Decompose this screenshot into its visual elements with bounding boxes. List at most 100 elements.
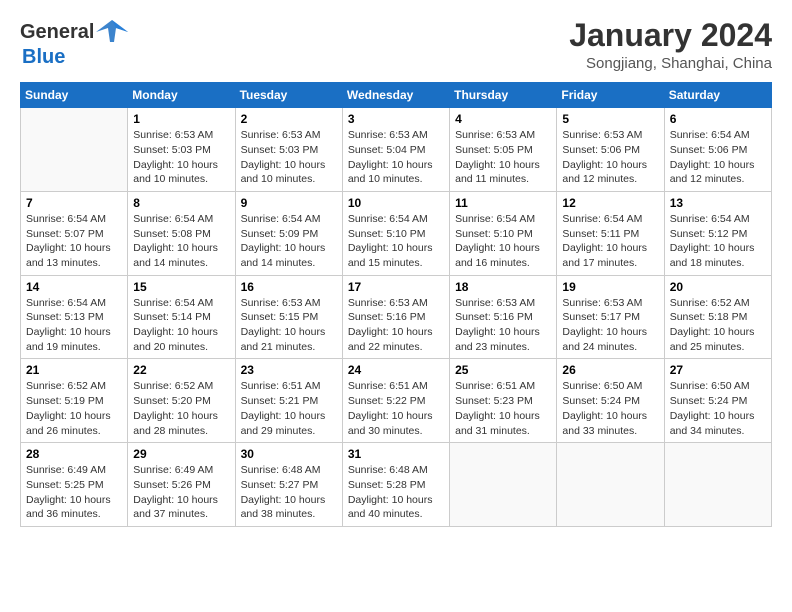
daylight-text: Daylight: 10 hoursand 25 minutes. xyxy=(670,326,755,353)
day-info: Sunrise: 6:51 AM Sunset: 5:23 PM Dayligh… xyxy=(455,379,551,438)
header-friday: Friday xyxy=(557,83,664,108)
sunset-text: Sunset: 5:19 PM xyxy=(26,395,104,407)
day-info: Sunrise: 6:52 AM Sunset: 5:20 PM Dayligh… xyxy=(133,379,229,438)
day-info: Sunrise: 6:54 AM Sunset: 5:08 PM Dayligh… xyxy=(133,212,229,271)
daylight-text: Daylight: 10 hoursand 10 minutes. xyxy=(133,159,218,186)
sunset-text: Sunset: 5:04 PM xyxy=(348,144,426,156)
sunrise-text: Sunrise: 6:53 AM xyxy=(348,129,428,141)
sunset-text: Sunset: 5:11 PM xyxy=(562,228,639,240)
day-number: 8 xyxy=(133,196,229,210)
day-info: Sunrise: 6:53 AM Sunset: 5:04 PM Dayligh… xyxy=(348,128,444,187)
day-info: Sunrise: 6:54 AM Sunset: 5:10 PM Dayligh… xyxy=(348,212,444,271)
day-number: 11 xyxy=(455,196,551,210)
day-info: Sunrise: 6:53 AM Sunset: 5:16 PM Dayligh… xyxy=(348,296,444,355)
daylight-text: Daylight: 10 hoursand 21 minutes. xyxy=(241,326,326,353)
daylight-text: Daylight: 10 hoursand 17 minutes. xyxy=(562,242,647,269)
sunset-text: Sunset: 5:03 PM xyxy=(241,144,319,156)
day-number: 22 xyxy=(133,363,229,377)
day-info: Sunrise: 6:54 AM Sunset: 5:09 PM Dayligh… xyxy=(241,212,337,271)
sunrise-text: Sunrise: 6:53 AM xyxy=(241,129,321,141)
daylight-text: Daylight: 10 hoursand 38 minutes. xyxy=(241,494,326,521)
calendar-cell: 7 Sunrise: 6:54 AM Sunset: 5:07 PM Dayli… xyxy=(21,191,128,275)
calendar-table: Sunday Monday Tuesday Wednesday Thursday… xyxy=(20,82,772,527)
calendar-cell: 19 Sunrise: 6:53 AM Sunset: 5:17 PM Dayl… xyxy=(557,275,664,359)
day-info: Sunrise: 6:52 AM Sunset: 5:18 PM Dayligh… xyxy=(670,296,766,355)
daylight-text: Daylight: 10 hoursand 13 minutes. xyxy=(26,242,111,269)
daylight-text: Daylight: 10 hoursand 15 minutes. xyxy=(348,242,433,269)
sunrise-text: Sunrise: 6:49 AM xyxy=(26,464,106,476)
sunrise-text: Sunrise: 6:54 AM xyxy=(133,213,213,225)
day-info: Sunrise: 6:51 AM Sunset: 5:21 PM Dayligh… xyxy=(241,379,337,438)
sunset-text: Sunset: 5:08 PM xyxy=(133,228,211,240)
sunset-text: Sunset: 5:17 PM xyxy=(562,311,640,323)
sunset-text: Sunset: 5:28 PM xyxy=(348,479,426,491)
calendar-cell: 21 Sunrise: 6:52 AM Sunset: 5:19 PM Dayl… xyxy=(21,359,128,443)
daylight-text: Daylight: 10 hoursand 28 minutes. xyxy=(133,410,218,437)
day-number: 9 xyxy=(241,196,337,210)
sunrise-text: Sunrise: 6:53 AM xyxy=(348,297,428,309)
sunrise-text: Sunrise: 6:53 AM xyxy=(562,297,642,309)
day-number: 26 xyxy=(562,363,658,377)
calendar-cell: 16 Sunrise: 6:53 AM Sunset: 5:15 PM Dayl… xyxy=(235,275,342,359)
sunset-text: Sunset: 5:06 PM xyxy=(562,144,640,156)
day-info: Sunrise: 6:48 AM Sunset: 5:27 PM Dayligh… xyxy=(241,463,337,522)
header: General Blue January 2024 Songjiang, Sha… xyxy=(20,18,772,72)
day-number: 31 xyxy=(348,447,444,461)
sunrise-text: Sunrise: 6:54 AM xyxy=(562,213,642,225)
sunset-text: Sunset: 5:24 PM xyxy=(562,395,640,407)
day-info: Sunrise: 6:53 AM Sunset: 5:17 PM Dayligh… xyxy=(562,296,658,355)
sunset-text: Sunset: 5:25 PM xyxy=(26,479,104,491)
calendar-cell: 22 Sunrise: 6:52 AM Sunset: 5:20 PM Dayl… xyxy=(128,359,235,443)
sunset-text: Sunset: 5:06 PM xyxy=(670,144,748,156)
calendar-cell: 14 Sunrise: 6:54 AM Sunset: 5:13 PM Dayl… xyxy=(21,275,128,359)
calendar-cell: 29 Sunrise: 6:49 AM Sunset: 5:26 PM Dayl… xyxy=(128,443,235,527)
daylight-text: Daylight: 10 hoursand 12 minutes. xyxy=(562,159,647,186)
daylight-text: Daylight: 10 hoursand 26 minutes. xyxy=(26,410,111,437)
day-number: 25 xyxy=(455,363,551,377)
calendar-cell: 1 Sunrise: 6:53 AM Sunset: 5:03 PM Dayli… xyxy=(128,108,235,192)
daylight-text: Daylight: 10 hoursand 29 minutes. xyxy=(241,410,326,437)
calendar-cell: 20 Sunrise: 6:52 AM Sunset: 5:18 PM Dayl… xyxy=(664,275,771,359)
daylight-text: Daylight: 10 hoursand 30 minutes. xyxy=(348,410,433,437)
sunset-text: Sunset: 5:12 PM xyxy=(670,228,748,240)
daylight-text: Daylight: 10 hoursand 11 minutes. xyxy=(455,159,540,186)
sunset-text: Sunset: 5:21 PM xyxy=(241,395,319,407)
day-info: Sunrise: 6:53 AM Sunset: 5:16 PM Dayligh… xyxy=(455,296,551,355)
sunrise-text: Sunrise: 6:51 AM xyxy=(348,380,428,392)
daylight-text: Daylight: 10 hoursand 16 minutes. xyxy=(455,242,540,269)
location: Songjiang, Shanghai, China xyxy=(569,55,772,72)
calendar-cell: 6 Sunrise: 6:54 AM Sunset: 5:06 PM Dayli… xyxy=(664,108,771,192)
day-info: Sunrise: 6:50 AM Sunset: 5:24 PM Dayligh… xyxy=(670,379,766,438)
logo-general-text: General xyxy=(20,21,94,44)
sunrise-text: Sunrise: 6:48 AM xyxy=(348,464,428,476)
daylight-text: Daylight: 10 hoursand 40 minutes. xyxy=(348,494,433,521)
calendar-cell: 28 Sunrise: 6:49 AM Sunset: 5:25 PM Dayl… xyxy=(21,443,128,527)
calendar-page: General Blue January 2024 Songjiang, Sha… xyxy=(0,0,792,612)
day-number: 20 xyxy=(670,280,766,294)
calendar-cell: 9 Sunrise: 6:54 AM Sunset: 5:09 PM Dayli… xyxy=(235,191,342,275)
sunrise-text: Sunrise: 6:53 AM xyxy=(241,297,321,309)
sunrise-text: Sunrise: 6:54 AM xyxy=(26,213,106,225)
daylight-text: Daylight: 10 hoursand 34 minutes. xyxy=(670,410,755,437)
days-header-row: Sunday Monday Tuesday Wednesday Thursday… xyxy=(21,83,772,108)
calendar-cell: 5 Sunrise: 6:53 AM Sunset: 5:06 PM Dayli… xyxy=(557,108,664,192)
calendar-body: 1 Sunrise: 6:53 AM Sunset: 5:03 PM Dayli… xyxy=(21,108,772,527)
header-tuesday: Tuesday xyxy=(235,83,342,108)
sunrise-text: Sunrise: 6:50 AM xyxy=(670,380,750,392)
daylight-text: Daylight: 10 hoursand 12 minutes. xyxy=(670,159,755,186)
calendar-cell: 18 Sunrise: 6:53 AM Sunset: 5:16 PM Dayl… xyxy=(450,275,557,359)
day-number: 19 xyxy=(562,280,658,294)
calendar-cell: 17 Sunrise: 6:53 AM Sunset: 5:16 PM Dayl… xyxy=(342,275,449,359)
daylight-text: Daylight: 10 hoursand 19 minutes. xyxy=(26,326,111,353)
sunset-text: Sunset: 5:15 PM xyxy=(241,311,319,323)
sunset-text: Sunset: 5:13 PM xyxy=(26,311,104,323)
sunrise-text: Sunrise: 6:50 AM xyxy=(562,380,642,392)
daylight-text: Daylight: 10 hoursand 33 minutes. xyxy=(562,410,647,437)
calendar-week-2: 7 Sunrise: 6:54 AM Sunset: 5:07 PM Dayli… xyxy=(21,191,772,275)
sunset-text: Sunset: 5:16 PM xyxy=(455,311,533,323)
sunrise-text: Sunrise: 6:53 AM xyxy=(455,297,535,309)
day-number: 29 xyxy=(133,447,229,461)
calendar-cell: 27 Sunrise: 6:50 AM Sunset: 5:24 PM Dayl… xyxy=(664,359,771,443)
day-number: 7 xyxy=(26,196,122,210)
day-number: 16 xyxy=(241,280,337,294)
